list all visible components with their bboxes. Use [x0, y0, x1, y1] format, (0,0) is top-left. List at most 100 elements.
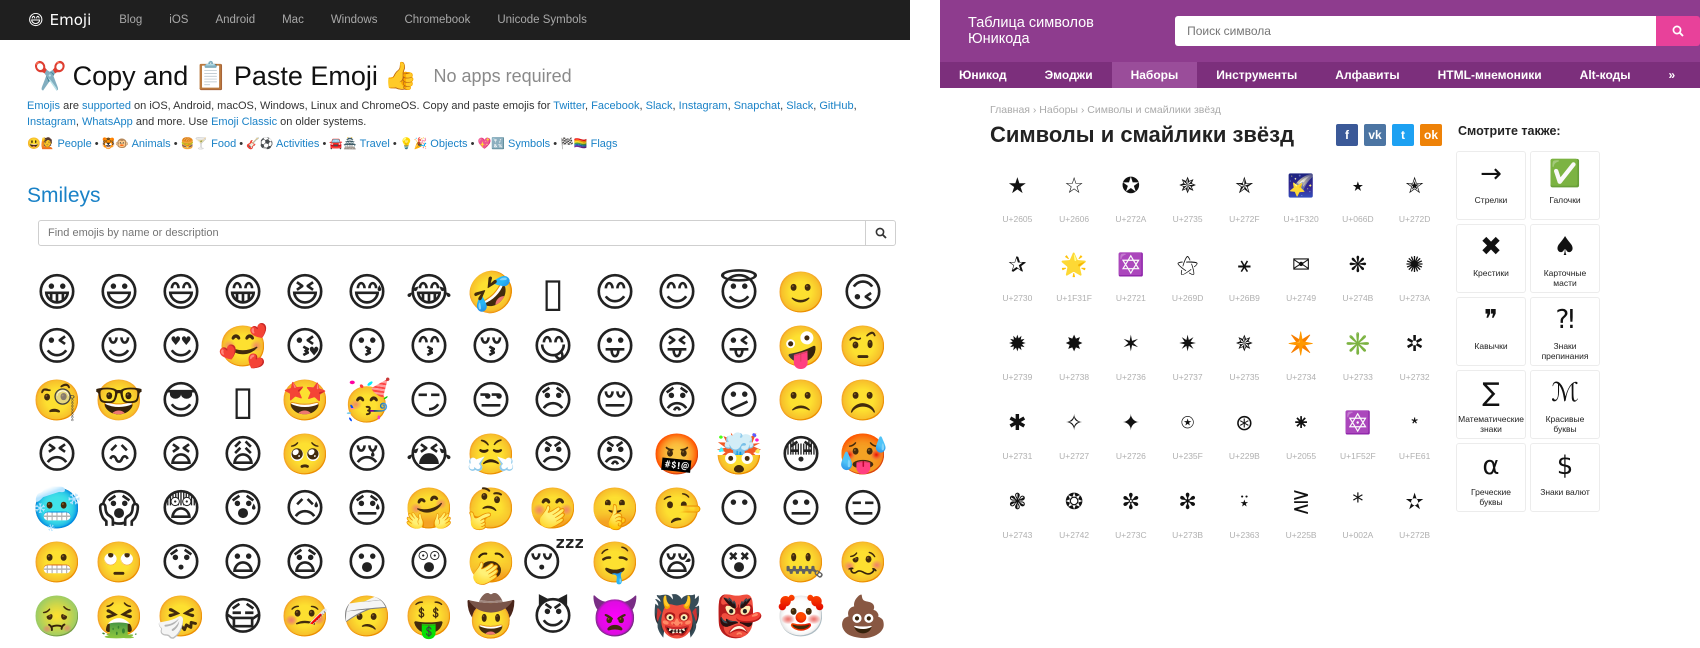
emoji-button[interactable]: 😦: [212, 536, 274, 590]
link-twitter[interactable]: Twitter: [553, 100, 585, 112]
emoji-button[interactable]: 🤧: [150, 590, 212, 644]
menu-item-7[interactable]: »: [1650, 62, 1695, 88]
emoji-button[interactable]: 😧: [274, 536, 336, 590]
emoji-button[interactable]: 🤢: [26, 590, 88, 644]
symbol-cell[interactable]: ✲ U+2732: [1386, 318, 1443, 397]
emoji-button[interactable]: 😀: [26, 266, 88, 320]
link-snapchat[interactable]: Snapchat: [734, 100, 780, 112]
symbol-cell[interactable]: ✹ U+2739: [989, 318, 1046, 397]
symbol-cell[interactable]: ✯ U+272F: [1216, 160, 1273, 239]
emoji-button[interactable]: 😏: [398, 374, 460, 428]
emoji-button[interactable]: 😡: [584, 428, 646, 482]
symbol-cell[interactable]: ❃ U+2743: [989, 476, 1046, 555]
emoji-button[interactable]: 🥰: [212, 320, 274, 374]
emoji-button[interactable]: 😮: [336, 536, 398, 590]
emoji-button[interactable]: 😊: [584, 266, 646, 320]
link-slack[interactable]: Slack: [646, 100, 673, 112]
symbol-cell[interactable]: ✪ U+272A: [1103, 160, 1160, 239]
symbol-cell[interactable]: ✡️ U+2721: [1103, 239, 1160, 318]
see-also-card[interactable]: ℳ Красивые буквы: [1530, 370, 1600, 439]
symbol-cell[interactable]: ✷ U+2737: [1159, 318, 1216, 397]
emoji-button[interactable]: 😎: [150, 374, 212, 428]
emoji-button[interactable]: 🙁: [770, 374, 832, 428]
emoji-button[interactable]: 😆: [274, 266, 336, 320]
emoji-button[interactable]: 🙄: [88, 536, 150, 590]
symbol-cell[interactable]: ✳️ U+2733: [1330, 318, 1387, 397]
emoji-button[interactable]: 😝: [646, 320, 708, 374]
emoji-button[interactable]: 😌: [88, 320, 150, 374]
emoji-button[interactable]: 😙: [398, 320, 460, 374]
emoji-button[interactable]: 🤬: [646, 428, 708, 482]
emoji-button[interactable]: 😪: [646, 536, 708, 590]
emoji-button[interactable]: 😁: [212, 266, 274, 320]
emoji-button[interactable]: 🧐: [26, 374, 88, 428]
symbol-cell[interactable]: ❂ U+2742: [1046, 476, 1103, 555]
see-also-card[interactable]: ⁈ Знаки препинания: [1530, 297, 1600, 366]
symbol-cell[interactable]: ✉ U+2749: [1273, 239, 1330, 318]
link-instagram-2[interactable]: Instagram: [27, 116, 76, 128]
see-also-card[interactable]: ✅ Галочки: [1530, 151, 1600, 220]
category-travel[interactable]: Travel: [360, 138, 390, 150]
emoji-button[interactable]: 😣: [26, 428, 88, 482]
emoji-button[interactable]: ▯: [212, 374, 274, 428]
emoji-button[interactable]: 😷: [212, 590, 274, 644]
emoji-button[interactable]: 😄: [150, 266, 212, 320]
emoji-button[interactable]: 😫: [150, 428, 212, 482]
emoji-button[interactable]: ▯: [522, 266, 584, 320]
see-also-card[interactable]: ✖ Крестики: [1456, 224, 1526, 293]
emoji-button[interactable]: 🤫: [584, 482, 646, 536]
emoji-button[interactable]: 😊: [646, 266, 708, 320]
symbol-cell[interactable]: ✶ U+2736: [1103, 318, 1160, 397]
emoji-button[interactable]: 😛: [584, 320, 646, 374]
emoji-button[interactable]: 😍: [150, 320, 212, 374]
emoji-button[interactable]: 😰: [212, 482, 274, 536]
emoji-button[interactable]: 😨: [150, 482, 212, 536]
see-also-card[interactable]: ❞ Кавычки: [1456, 297, 1526, 366]
symbol-cell[interactable]: ⍣ U+2363: [1216, 476, 1273, 555]
emoji-button[interactable]: 😋: [522, 320, 584, 374]
menu-item-1[interactable]: Эмоджи: [1026, 62, 1112, 88]
emoji-button[interactable]: 🥱: [460, 536, 522, 590]
menu-item-2[interactable]: Наборы: [1111, 62, 1198, 88]
category-animals[interactable]: Animals: [132, 138, 171, 150]
see-also-card[interactable]: ♠ Карточные масти: [1530, 224, 1600, 293]
twitter-icon[interactable]: t: [1392, 124, 1414, 146]
emoji-button[interactable]: 👺: [708, 590, 770, 644]
emoji-button[interactable]: 🥴: [832, 536, 894, 590]
link-emoji-classic[interactable]: Emoji Classic: [211, 116, 277, 128]
menu-item-3[interactable]: Инструменты: [1197, 62, 1316, 88]
emoji-button[interactable]: 😘: [274, 320, 336, 374]
category-people[interactable]: People: [57, 138, 91, 150]
emoji-button[interactable]: 😤: [460, 428, 522, 482]
emoji-button[interactable]: ☹️: [832, 374, 894, 428]
odnoklassniki-icon[interactable]: ok: [1420, 124, 1442, 146]
symbol-cell[interactable]: ⊛ U+229B: [1216, 397, 1273, 476]
emoji-button[interactable]: 😠: [522, 428, 584, 482]
emoji-button[interactable]: 😶: [708, 482, 770, 536]
symbol-cell[interactable]: ✸ U+2738: [1046, 318, 1103, 397]
symbol-cell[interactable]: ✦ U+2726: [1103, 397, 1160, 476]
nav-link-ios[interactable]: iOS: [169, 14, 188, 26]
emoji-button[interactable]: 🤑: [398, 590, 460, 644]
see-also-card[interactable]: → Стрелки: [1456, 151, 1526, 220]
emoji-button[interactable]: 😱: [88, 482, 150, 536]
emoji-button[interactable]: 😞: [522, 374, 584, 428]
link-whatsapp[interactable]: WhatsApp: [82, 116, 133, 128]
emoji-button[interactable]: 🤗: [398, 482, 460, 536]
emoji-button[interactable]: 😒: [460, 374, 522, 428]
nav-link-chromebook[interactable]: Chromebook: [404, 14, 470, 26]
menu-item-5[interactable]: HTML-мнемоники: [1419, 62, 1561, 88]
emoji-button[interactable]: 😚: [460, 320, 522, 374]
nav-link-unicode-symbols[interactable]: Unicode Symbols: [497, 14, 586, 26]
symbol-cell[interactable]: ✱ U+2731: [989, 397, 1046, 476]
emoji-button[interactable]: 😜: [708, 320, 770, 374]
category-activities[interactable]: Activities: [276, 138, 319, 150]
emoji-button[interactable]: 😃: [88, 266, 150, 320]
emoji-button[interactable]: 😬: [26, 536, 88, 590]
category-food[interactable]: Food: [211, 138, 236, 150]
link-instagram[interactable]: Instagram: [679, 100, 728, 112]
symbol-search-input[interactable]: [1175, 24, 1656, 38]
emoji-button[interactable]: 🤮: [88, 590, 150, 644]
emoji-button[interactable]: 😐: [770, 482, 832, 536]
symbol-cell[interactable]: ✵ U+2735: [1216, 318, 1273, 397]
